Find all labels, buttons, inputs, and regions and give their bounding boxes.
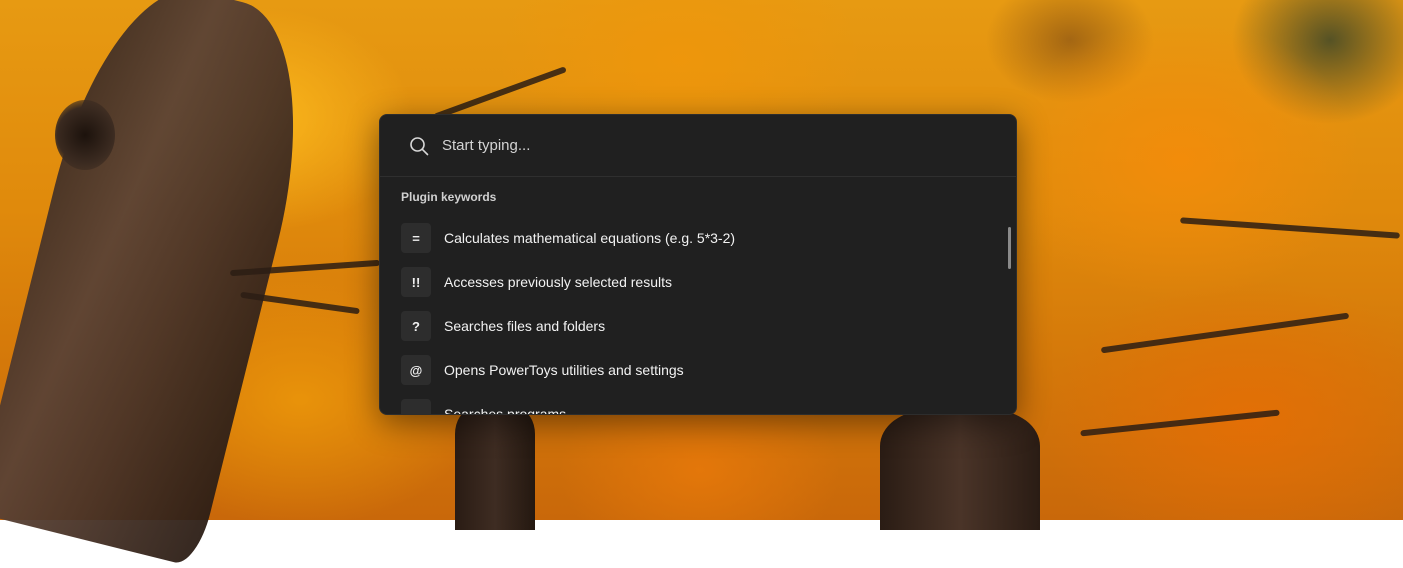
tree-branch	[433, 66, 567, 120]
keyword-badge: @	[401, 355, 431, 385]
result-description: Searches programs	[444, 406, 567, 415]
search-bar	[380, 115, 1016, 177]
search-input[interactable]	[442, 125, 1016, 166]
tree-knot	[55, 100, 115, 170]
tree-branch	[1100, 312, 1350, 354]
keyword-badge: =	[401, 223, 431, 253]
launcher-window: Plugin keywords = Calculates mathematica…	[379, 114, 1017, 415]
tree-trunk-center	[455, 410, 535, 530]
keyword-badge: ?	[401, 311, 431, 341]
tree-trunk-right	[880, 410, 1040, 530]
keyword-badge: .	[401, 399, 431, 414]
tree-trunk-left	[0, 0, 333, 568]
result-description: Calculates mathematical equations (e.g. …	[444, 230, 736, 246]
list-item-calculator[interactable]: = Calculates mathematical equations (e.g…	[401, 216, 1016, 260]
results-list: = Calculates mathematical equations (e.g…	[380, 210, 1016, 415]
scrollbar-thumb[interactable]	[1008, 227, 1011, 269]
result-description: Accesses previously selected results	[444, 274, 672, 290]
list-item-programs[interactable]: . Searches programs	[401, 392, 1016, 415]
search-icon	[408, 135, 430, 157]
list-item-powertoys[interactable]: @ Opens PowerToys utilities and settings	[401, 348, 1016, 392]
result-description: Opens PowerToys utilities and settings	[444, 362, 684, 378]
tree-branch	[1180, 217, 1400, 239]
keyword-badge: !!	[401, 267, 431, 297]
list-item-file-search[interactable]: ? Searches files and folders	[401, 304, 1016, 348]
tree-branch	[1080, 409, 1280, 437]
result-description: Searches files and folders	[444, 318, 606, 334]
list-item-history[interactable]: !! Accesses previously selected results	[401, 260, 1016, 304]
section-header-plugin-keywords: Plugin keywords	[401, 190, 497, 204]
